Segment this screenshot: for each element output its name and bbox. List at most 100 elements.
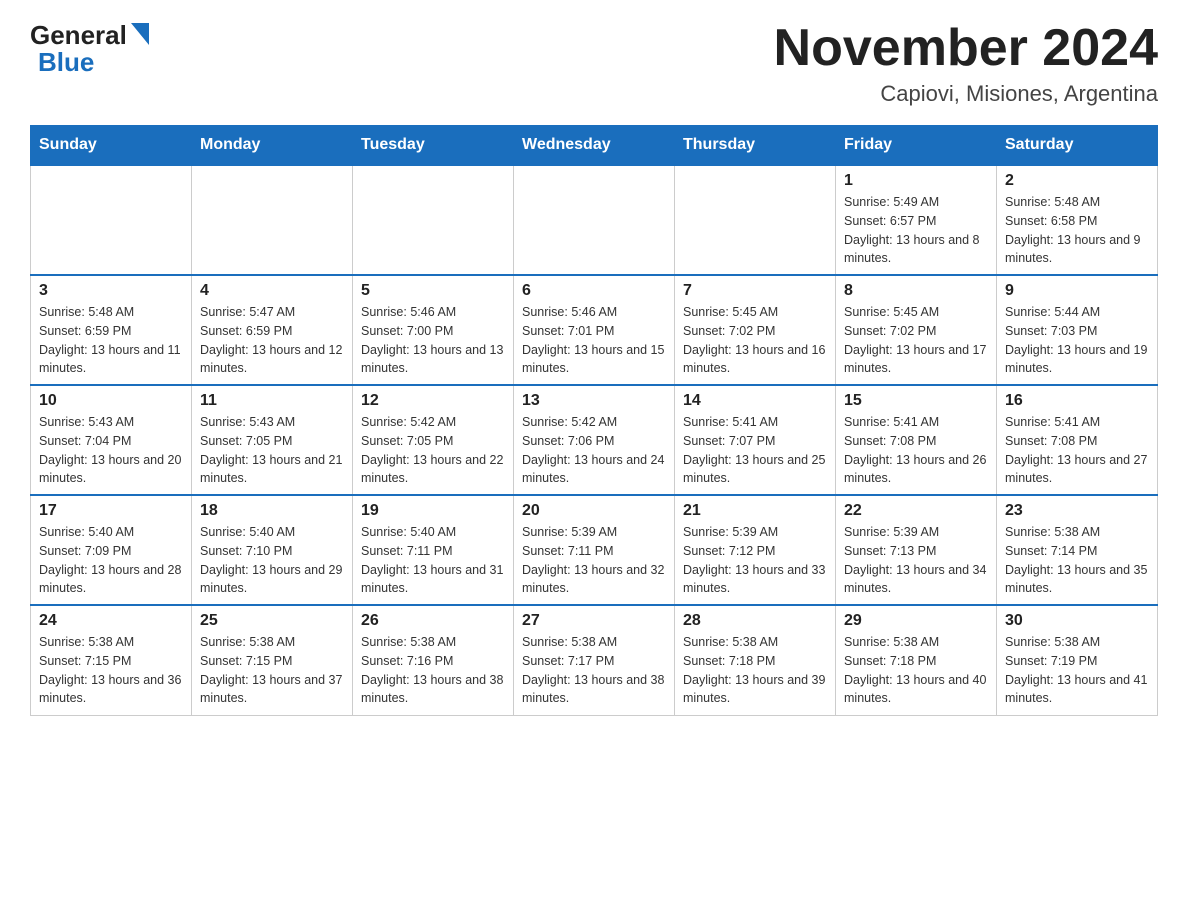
day-info: Sunrise: 5:38 AMSunset: 7:14 PMDaylight:… [1005, 523, 1149, 598]
empty-cell [675, 165, 836, 275]
day-info: Sunrise: 5:38 AMSunset: 7:15 PMDaylight:… [39, 633, 183, 708]
day-number: 14 [683, 392, 827, 410]
day-info: Sunrise: 5:48 AMSunset: 6:58 PMDaylight:… [1005, 193, 1149, 268]
day-cell-20: 20 Sunrise: 5:39 AMSunset: 7:11 PMDayligh… [514, 495, 675, 605]
day-number: 8 [844, 282, 988, 300]
weekday-header-tuesday: Tuesday [353, 126, 514, 166]
day-cell-4: 4 Sunrise: 5:47 AMSunset: 6:59 PMDaylight… [192, 275, 353, 385]
day-cell-6: 6 Sunrise: 5:46 AMSunset: 7:01 PMDaylight… [514, 275, 675, 385]
day-number: 13 [522, 392, 666, 410]
weekday-header-friday: Friday [836, 126, 997, 166]
logo-blue-text: Blue [38, 47, 94, 78]
day-info: Sunrise: 5:44 AMSunset: 7:03 PMDaylight:… [1005, 303, 1149, 378]
day-number: 21 [683, 502, 827, 520]
day-number: 30 [1005, 612, 1149, 630]
day-info: Sunrise: 5:49 AMSunset: 6:57 PMDaylight:… [844, 193, 988, 268]
day-info: Sunrise: 5:38 AMSunset: 7:17 PMDaylight:… [522, 633, 666, 708]
day-number: 3 [39, 282, 183, 300]
day-cell-9: 9Sunrise: 5:44 AMSunset: 7:03 PMDaylight… [997, 275, 1158, 385]
day-number: 29 [844, 612, 988, 630]
empty-cell [192, 165, 353, 275]
empty-cell [31, 165, 192, 275]
page-header: General Blue November 2024 Capiovi, Misi… [30, 20, 1158, 107]
week-row-2: 3 Sunrise: 5:48 AMSunset: 6:59 PMDaylight… [31, 275, 1158, 385]
day-info: Sunrise: 5:42 AMSunset: 7:06 PMDaylight:… [522, 413, 666, 488]
logo-arrow-icon [131, 23, 149, 45]
day-cell-8: 8 Sunrise: 5:45 AMSunset: 7:02 PMDaylight… [836, 275, 997, 385]
day-number: 19 [361, 502, 505, 520]
day-info: Sunrise: 5:40 AMSunset: 7:11 PMDaylight:… [361, 523, 505, 598]
title-block: November 2024 Capiovi, Misiones, Argenti… [774, 20, 1158, 107]
day-cell-28: 28 Sunrise: 5:38 AMSunset: 7:18 PMDayligh… [675, 605, 836, 715]
day-info: Sunrise: 5:38 AMSunset: 7:15 PMDaylight:… [200, 633, 344, 708]
day-info: Sunrise: 5:43 AMSunset: 7:05 PMDaylight:… [200, 413, 344, 488]
day-number: 2 [1005, 172, 1149, 190]
day-info: Sunrise: 5:41 AMSunset: 7:08 PMDaylight:… [1005, 413, 1149, 488]
day-cell-23: 23 Sunrise: 5:38 AMSunset: 7:14 PMDayligh… [997, 495, 1158, 605]
day-cell-30: 30 Sunrise: 5:38 AMSunset: 7:19 PMDayligh… [997, 605, 1158, 715]
day-info: Sunrise: 5:39 AMSunset: 7:11 PMDaylight:… [522, 523, 666, 598]
day-cell-7: 7Sunrise: 5:45 AMSunset: 7:02 PMDaylight… [675, 275, 836, 385]
day-number: 20 [522, 502, 666, 520]
day-info: Sunrise: 5:38 AMSunset: 7:16 PMDaylight:… [361, 633, 505, 708]
day-info: Sunrise: 5:45 AMSunset: 7:02 PMDaylight:… [844, 303, 988, 378]
day-cell-11: 11Sunrise: 5:43 AMSunset: 7:05 PMDayligh… [192, 385, 353, 495]
day-info: Sunrise: 5:46 AMSunset: 7:00 PMDaylight:… [361, 303, 505, 378]
day-number: 26 [361, 612, 505, 630]
day-cell-18: 18 Sunrise: 5:40 AMSunset: 7:10 PMDayligh… [192, 495, 353, 605]
day-number: 24 [39, 612, 183, 630]
weekday-header-sunday: Sunday [31, 126, 192, 166]
day-cell-25: 25 Sunrise: 5:38 AMSunset: 7:15 PMDayligh… [192, 605, 353, 715]
day-number: 6 [522, 282, 666, 300]
day-info: Sunrise: 5:40 AMSunset: 7:09 PMDaylight:… [39, 523, 183, 598]
day-info: Sunrise: 5:39 AMSunset: 7:12 PMDaylight:… [683, 523, 827, 598]
day-number: 23 [1005, 502, 1149, 520]
week-row-5: 24 Sunrise: 5:38 AMSunset: 7:15 PMDayligh… [31, 605, 1158, 715]
day-info: Sunrise: 5:41 AMSunset: 7:07 PMDaylight:… [683, 413, 827, 488]
day-cell-10: 10 Sunrise: 5:43 AMSunset: 7:04 PMDayligh… [31, 385, 192, 495]
day-info: Sunrise: 5:47 AMSunset: 6:59 PMDaylight:… [200, 303, 344, 378]
day-cell-15: 15 Sunrise: 5:41 AMSunset: 7:08 PMDayligh… [836, 385, 997, 495]
day-cell-16: 16 Sunrise: 5:41 AMSunset: 7:08 PMDayligh… [997, 385, 1158, 495]
day-number: 22 [844, 502, 988, 520]
day-info: Sunrise: 5:46 AMSunset: 7:01 PMDaylight:… [522, 303, 666, 378]
day-cell-29: 29 Sunrise: 5:38 AMSunset: 7:18 PMDayligh… [836, 605, 997, 715]
day-cell-26: 26 Sunrise: 5:38 AMSunset: 7:16 PMDayligh… [353, 605, 514, 715]
week-row-3: 10 Sunrise: 5:43 AMSunset: 7:04 PMDayligh… [31, 385, 1158, 495]
calendar-title: November 2024 [774, 20, 1158, 77]
empty-cell [514, 165, 675, 275]
day-number: 18 [200, 502, 344, 520]
day-cell-3: 3 Sunrise: 5:48 AMSunset: 6:59 PMDaylight… [31, 275, 192, 385]
day-cell-19: 19 Sunrise: 5:40 AMSunset: 7:11 PMDayligh… [353, 495, 514, 605]
day-cell-2: 2 Sunrise: 5:48 AMSunset: 6:58 PMDaylight… [997, 165, 1158, 275]
day-number: 28 [683, 612, 827, 630]
weekday-header-thursday: Thursday [675, 126, 836, 166]
day-number: 16 [1005, 392, 1149, 410]
day-number: 10 [39, 392, 183, 410]
day-number: 17 [39, 502, 183, 520]
calendar-table: SundayMondayTuesdayWednesdayThursdayFrid… [30, 125, 1158, 716]
weekday-header-saturday: Saturday [997, 126, 1158, 166]
day-cell-5: 5 Sunrise: 5:46 AMSunset: 7:00 PMDaylight… [353, 275, 514, 385]
day-info: Sunrise: 5:48 AMSunset: 6:59 PMDaylight:… [39, 303, 183, 378]
logo-bottom-row: Blue [30, 47, 149, 78]
day-cell-14: 14 Sunrise: 5:41 AMSunset: 7:07 PMDayligh… [675, 385, 836, 495]
day-info: Sunrise: 5:38 AMSunset: 7:18 PMDaylight:… [683, 633, 827, 708]
day-info: Sunrise: 5:39 AMSunset: 7:13 PMDaylight:… [844, 523, 988, 598]
day-number: 4 [200, 282, 344, 300]
day-info: Sunrise: 5:38 AMSunset: 7:19 PMDaylight:… [1005, 633, 1149, 708]
weekday-header-monday: Monday [192, 126, 353, 166]
day-info: Sunrise: 5:43 AMSunset: 7:04 PMDaylight:… [39, 413, 183, 488]
day-number: 25 [200, 612, 344, 630]
day-number: 5 [361, 282, 505, 300]
week-row-1: 1 Sunrise: 5:49 AMSunset: 6:57 PMDaylight… [31, 165, 1158, 275]
day-cell-21: 21 Sunrise: 5:39 AMSunset: 7:12 PMDayligh… [675, 495, 836, 605]
day-info: Sunrise: 5:38 AMSunset: 7:18 PMDaylight:… [844, 633, 988, 708]
day-number: 12 [361, 392, 505, 410]
day-info: Sunrise: 5:41 AMSunset: 7:08 PMDaylight:… [844, 413, 988, 488]
weekday-header-row: SundayMondayTuesdayWednesdayThursdayFrid… [31, 126, 1158, 166]
day-number: 1 [844, 172, 988, 190]
day-number: 15 [844, 392, 988, 410]
day-info: Sunrise: 5:40 AMSunset: 7:10 PMDaylight:… [200, 523, 344, 598]
day-cell-22: 22 Sunrise: 5:39 AMSunset: 7:13 PMDayligh… [836, 495, 997, 605]
